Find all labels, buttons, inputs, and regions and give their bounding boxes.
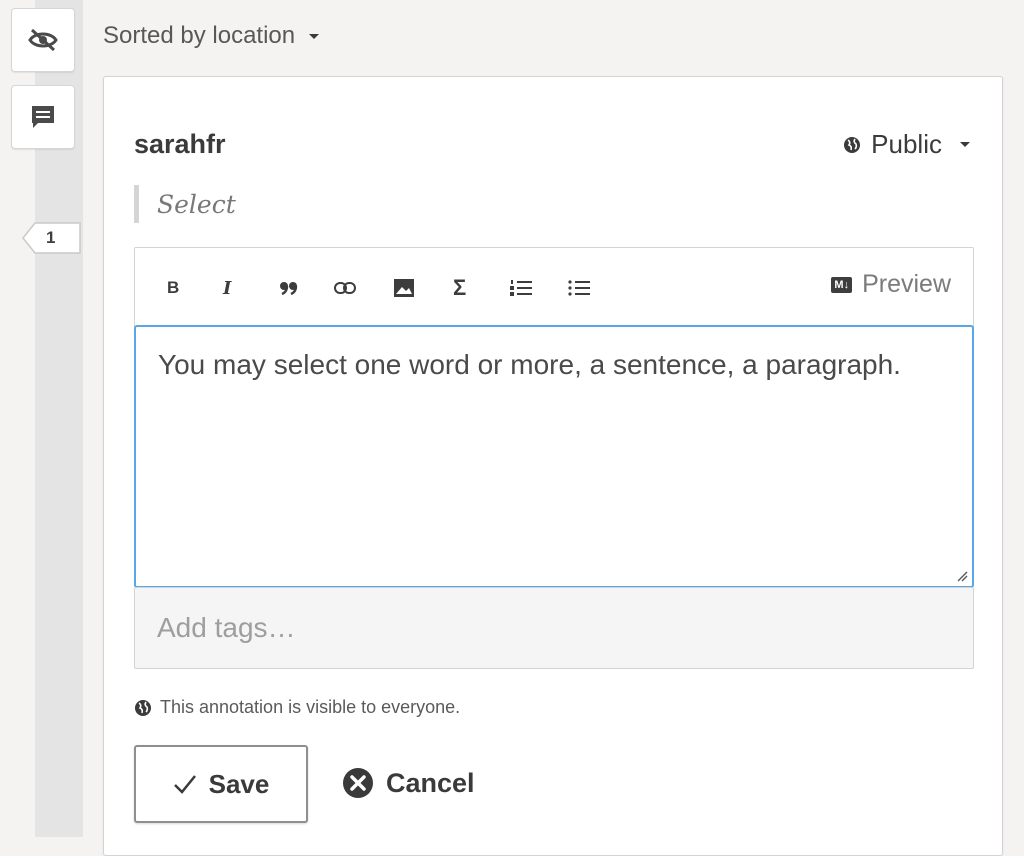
eye-slash-icon xyxy=(28,28,58,52)
sigma-icon: Σ xyxy=(453,275,467,300)
italic-button[interactable]: I xyxy=(223,276,231,300)
markdown-icon: M↓ xyxy=(831,276,853,293)
globe-icon xyxy=(844,136,861,153)
markdown-toolbar: B I Σ M↓ Preview xyxy=(135,248,973,326)
visibility-notice: This annotation is visible to everyone. xyxy=(134,697,460,718)
numbered-list-button[interactable] xyxy=(509,276,533,300)
preview-label: Preview xyxy=(862,270,951,298)
link-icon xyxy=(334,282,356,294)
comment-icon xyxy=(32,106,54,128)
bold-button[interactable]: B xyxy=(167,276,179,300)
globe-icon xyxy=(135,699,151,716)
close-circle-icon xyxy=(343,768,373,798)
caret-down-icon xyxy=(960,142,970,147)
resize-handle-icon[interactable] xyxy=(956,570,968,582)
cancel-button[interactable]: Cancel xyxy=(342,767,475,799)
link-button[interactable] xyxy=(333,276,357,300)
preview-button[interactable]: M↓ Preview xyxy=(831,270,951,299)
hide-highlights-button[interactable] xyxy=(11,8,75,72)
annotation-username[interactable]: sarahfr xyxy=(134,129,226,160)
bullet-list-button[interactable] xyxy=(567,276,591,300)
save-button[interactable]: Save xyxy=(134,745,308,823)
bucket-indicator[interactable]: 1 xyxy=(22,222,82,254)
annotation-card: sarahfr Public Select B I Σ M↓ Preview Y… xyxy=(103,76,1003,856)
new-page-note-button[interactable] xyxy=(11,85,75,149)
sort-label: Sorted by location xyxy=(103,22,296,49)
sort-dropdown[interactable]: Sorted by location xyxy=(103,22,320,50)
quote-icon xyxy=(280,282,298,295)
tags-placeholder: Add tags… xyxy=(157,612,296,643)
math-button[interactable]: Σ xyxy=(453,275,467,300)
annotation-body-text: You may select one word or more, a sente… xyxy=(158,349,901,380)
annotation-quote: Select xyxy=(134,185,236,223)
privacy-dropdown[interactable]: Public xyxy=(843,129,970,160)
visibility-notice-text: This annotation is visible to everyone. xyxy=(160,697,461,717)
privacy-label: Public xyxy=(871,129,942,159)
annotation-body-textarea[interactable]: You may select one word or more, a sente… xyxy=(134,325,974,588)
image-icon xyxy=(394,279,414,297)
tags-input[interactable]: Add tags… xyxy=(134,587,974,669)
bucket-count: 1 xyxy=(46,228,56,247)
markdown-editor: B I Σ M↓ Preview You may select one word… xyxy=(134,247,974,588)
image-button[interactable] xyxy=(393,276,415,300)
cancel-label: Cancel xyxy=(386,767,475,798)
checkmark-icon xyxy=(173,775,196,794)
caret-down-icon xyxy=(309,33,320,39)
save-label: Save xyxy=(208,768,270,799)
bullet-list-icon xyxy=(568,280,590,296)
quote-button[interactable] xyxy=(279,276,299,300)
numbered-list-icon xyxy=(510,280,532,296)
